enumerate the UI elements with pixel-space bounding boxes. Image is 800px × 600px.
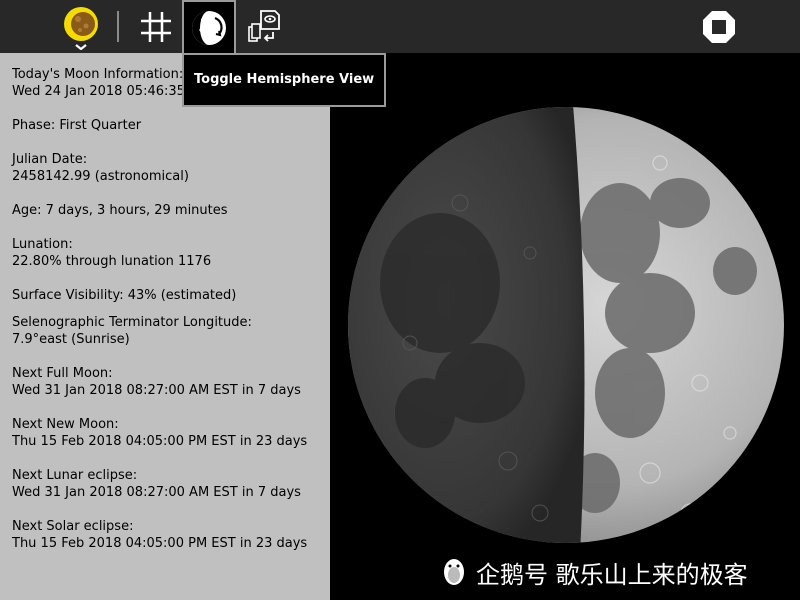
info-surface-visibility: Surface Visibility: 43% (estimated): [12, 288, 237, 303]
info-phase: Phase: First Quarter: [12, 118, 142, 133]
moon-image: [348, 107, 784, 543]
info-next-new-value: Thu 15 Feb 2018 04:05:00 PM EST in 23 da…: [12, 434, 308, 449]
watermark-text: 企鹅号 歌乐山上来的极客: [476, 560, 748, 589]
info-next-new-label: Next New Moon:: [12, 417, 119, 432]
watermark: 企鹅号 歌乐山上来的极客: [440, 556, 748, 589]
info-terminator-value: 7.9°east (Sunrise): [12, 332, 130, 347]
moon-view[interactable]: [330, 53, 800, 600]
grid-toggle-button[interactable]: [129, 0, 182, 53]
info-lunar-eclipse-value: Wed 31 Jan 2018 08:27:00 AM EST in 7 day…: [12, 485, 301, 500]
info-next-full-label: Next Full Moon:: [12, 366, 113, 381]
info-lunation-value: 22.80% through lunation 1176: [12, 254, 212, 269]
info-lunation-label: Lunation:: [12, 237, 73, 252]
info-age: Age: 7 days, 3 hours, 29 minutes: [12, 203, 228, 218]
hemisphere-tooltip: Toggle Hemisphere View: [182, 53, 386, 107]
info-lunar-eclipse-label: Next Lunar eclipse:: [12, 468, 138, 483]
info-julian-label: Julian Date:: [12, 152, 88, 167]
info-next-full-value: Wed 31 Jan 2018 08:27:00 AM EST in 7 day…: [12, 383, 301, 398]
penguin-logo-icon: [444, 559, 464, 585]
moon-info-panel: Today's Moon Information: Wed 24 Jan 201…: [0, 53, 330, 600]
info-solar-eclipse-label: Next Solar eclipse:: [12, 519, 134, 534]
toolbar-separator: [117, 11, 119, 42]
hemisphere-toggle-icon: [192, 10, 226, 45]
grid-icon: [140, 11, 171, 42]
info-solar-eclipse-value: Thu 15 Feb 2018 04:05:00 PM EST in 23 da…: [12, 536, 308, 551]
stop-icon: [702, 10, 735, 43]
share-button[interactable]: [236, 0, 289, 53]
moon-activity-icon: [63, 6, 98, 50]
toolbar: [0, 0, 800, 53]
info-julian-value: 2458142.99 (astronomical): [12, 169, 189, 184]
share-icon: [247, 9, 280, 42]
hemisphere-toggle-button[interactable]: [182, 0, 236, 53]
stop-button[interactable]: [692, 0, 745, 53]
info-terminator-label: Selenographic Terminator Longitude:: [12, 315, 252, 330]
moon-activity-button[interactable]: [54, 0, 107, 53]
